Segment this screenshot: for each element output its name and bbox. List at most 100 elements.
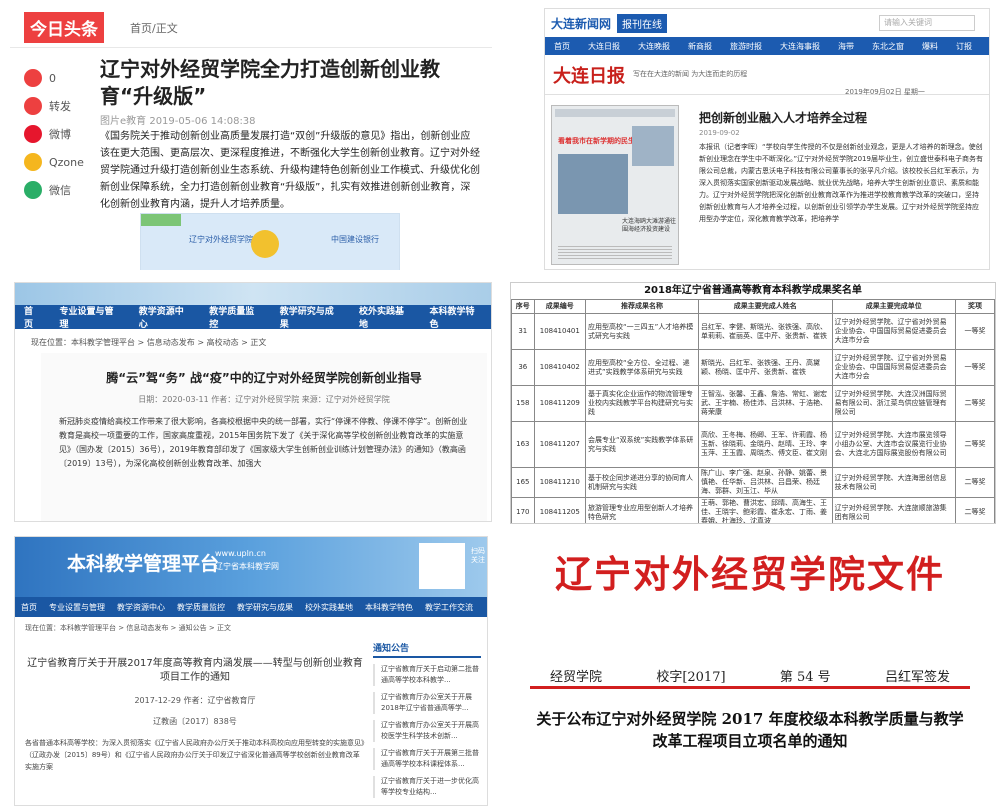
nav-item[interactable]: 教学工作交流	[419, 602, 479, 613]
nav-item[interactable]: 首页	[15, 602, 43, 613]
table-cell: 陈广山、李广强、赵泉、孙静、姚蕾、景慎艳、任华新、吕洪林、吕昌荣、杨廷海、郭群、…	[698, 467, 833, 498]
sidebar-list: 辽宁省教育厅关于启动第二批普通高等学校本科教学... 辽宁省教育厅办公室关于开展…	[373, 664, 481, 798]
table-cell: 二等奖	[954, 385, 995, 422]
table-cell: 辽宁对外经贸学院、大连汉洲国际贸易有限公司、浙江菜鸟供应链管理有限公司	[831, 385, 956, 422]
nav-item[interactable]: 爆料	[913, 41, 947, 52]
nav-item[interactable]: 订报	[947, 41, 981, 52]
table-cell: 辽宁对外经贸学院、大连市展览领导小组办公室、大连市会议展览行业协会、大连北方国际…	[831, 421, 956, 468]
photo-decoration	[141, 214, 181, 226]
table-title: 2018年辽宁省普通高等教育本科教学成果奖名单	[644, 285, 862, 296]
breadcrumb[interactable]: 首页/正文	[130, 20, 178, 36]
table-cell: 108410402	[533, 349, 586, 386]
nav-item[interactable]: 专业设置与管理	[43, 602, 111, 613]
table-cell: 高欣、王冬梅、杨卿、王军、许莉霞、杨玉新、徐晓莉、金晓丹、赵晴、王玲、李玉萍、王…	[698, 421, 833, 468]
qr-code-icon	[419, 543, 465, 589]
table-row: 36 108410402 应用型高校“全方位、全过程、递进式”实践教学体系研究与实践…	[511, 349, 995, 386]
share-item-weibo[interactable]: 微博	[24, 120, 84, 148]
nav-item[interactable]: 教学质量监控	[200, 304, 271, 330]
newspaper-page-thumbnail[interactable]: 看着我市在新学期的民生工程！ 大连海鸥大滩游通往围海经济投资建设	[551, 105, 679, 265]
nav-item[interactable]: 海带	[829, 41, 863, 52]
table-cell: 应用型高校“一三四五”人才培养模式研究与实践	[584, 313, 700, 350]
issue-date: 2019年09月02日 星期一	[845, 88, 925, 96]
table-cell: 163	[511, 421, 535, 468]
nav-item[interactable]: 教学研究与成果	[231, 602, 299, 613]
table-cell: 应用型高校“全方位、全过程、递进式”实践教学体系研究与实践	[584, 349, 700, 386]
article-body: 本报讯（记者李晖）“学校向学生传授的不仅是创新创业观念，更是人才培养的新理念。使…	[699, 143, 983, 223]
column-header: 序号	[511, 299, 535, 314]
share-item-wechat[interactable]: 微信	[24, 176, 84, 204]
notice-doc-number: 辽教函〔2017〕838号	[153, 717, 237, 726]
breadcrumb: 现在位置：本科教学管理平台 > 信息动态发布 > 通知公告 > 正文	[25, 624, 231, 632]
table-cell: 二等奖	[954, 421, 995, 468]
main-nav: 首页 专业设置与管理 教学资源中心 教学质量监控 教学研究与成果 校外实践基地 …	[15, 304, 491, 330]
share-item-repost[interactable]: 转发	[24, 92, 84, 120]
dalian-news-screenshot: 大连新闻网 报刊在线 请输入关键词 首页 大连日报 大连晚报 新商报 旅游时报 …	[544, 8, 990, 270]
sidebar-link[interactable]: 辽宁省教育厅关于启动第二批普通高等学校本科教学...	[373, 664, 481, 686]
table-row: 31 108410401 应用型高校“一三四五”人才培养模式研究与实践 吕红军、李健、…	[511, 313, 995, 350]
qzone-label: Qzone	[49, 155, 84, 169]
nav-item[interactable]: 首页	[15, 304, 51, 330]
sidebar-link[interactable]: 辽宁省教育厅关于开展第三批普通高等学校本科课程体系...	[373, 748, 481, 770]
article-date: 2019-09-02	[699, 129, 740, 137]
table-cell: 旅游管理专业应用型创新人才培养特色研究	[584, 497, 700, 523]
nav-item[interactable]: 教学质量监控	[171, 602, 231, 613]
nav-item[interactable]: 教学研究与成果	[271, 304, 350, 330]
search-input[interactable]: 请输入关键词	[879, 15, 975, 31]
table-row: 163 108411207 会展专业“双系统”实践教学体系研究与实践 高欣、王冬梅、杨…	[511, 421, 995, 468]
table-cell: 108411209	[533, 385, 586, 422]
main-nav: 首页 专业设置与管理 教学资源中心 教学质量监控 教学研究与成果 校外实践基地 …	[15, 597, 487, 617]
nav-item[interactable]: 教学资源中心	[130, 304, 201, 330]
document-number: 第 54 号	[779, 670, 831, 685]
sidebar-link[interactable]: 辽宁省教育厅办公室关于开展2018年辽宁省普通高等学...	[373, 692, 481, 714]
table-cell: 辽宁对外经贸学院、辽宁省对外贸易企业协会、中国国际贸易促进委员会大连市分会	[831, 349, 956, 386]
dalian-daily-logo: 大连日报	[553, 65, 625, 87]
column-header: 推荐成果名称	[584, 299, 700, 314]
column-header: 成果主要完成人姓名	[698, 299, 833, 314]
sidebar-link[interactable]: 辽宁省教育厅办公室关于开展高校医学生科学技术创新...	[373, 720, 481, 742]
article-title: 把创新创业融入人才培养全过程	[699, 111, 868, 125]
table-cell: 斯晓光、吕红军、张铁强、王丹、高黛颖、杨晓、匡中芹、张贵新、崔铁	[698, 349, 833, 386]
table-cell: 二等奖	[954, 467, 995, 498]
article-meta: 图片e教育 2019-05-06 14:08:38	[100, 116, 256, 127]
column-header: 奖项	[954, 299, 995, 314]
table-cell: 辽宁对外经贸学院、辽宁省对外贸易企业协会、中国国际贸易促进委员会大连市分会	[831, 313, 956, 350]
nav-item[interactable]: 东北之窗	[863, 41, 913, 52]
repost-icon	[24, 97, 42, 115]
dalian-topbar: 大连新闻网 报刊在线 请输入关键词	[545, 9, 989, 37]
nav-item[interactable]: 校外实践基地	[299, 602, 359, 613]
table-cell: 31	[511, 313, 535, 350]
table-cell: 108411210	[533, 467, 586, 498]
nav-item[interactable]: 教学资源中心	[111, 602, 171, 613]
nav-item[interactable]: 旅游时报	[721, 41, 771, 52]
breadcrumb: 现在位置：本科教学管理平台 > 信息动态发布 > 高校动态 > 正文	[31, 338, 267, 347]
nav-item[interactable]: 新商报	[679, 41, 721, 52]
table-header-row: 序号 成果编号 推荐成果名称 成果主要完成人姓名 成果主要完成单位 奖项	[511, 299, 995, 314]
table-cell: 一等奖	[954, 349, 995, 386]
table-cell: 王萌、郭艳、曹洪宏、邱晴、高海生、王佳、王晓宇、鲍彩霞、崔永宏、丁雨、姜春娥、杜…	[698, 497, 833, 523]
nav-item[interactable]: 大连海事报	[771, 41, 829, 52]
nav-item[interactable]: 首页	[545, 41, 579, 52]
newspaper-online-tag[interactable]: 报刊在线	[617, 13, 668, 33]
nav-item[interactable]: 专业设置与管理	[51, 304, 130, 330]
notice-sidebar: 通知公告 辽宁省教育厅关于启动第二批普通高等学校本科教学... 辽宁省教育厅办公…	[373, 641, 481, 798]
site-title[interactable]: 本科教学管理平台	[67, 549, 219, 576]
nav-item[interactable]: 本科教学特色	[421, 304, 491, 330]
dalian-news-logo[interactable]: 大连新闻网	[551, 15, 611, 32]
table-cell: 基于校企同步递进分享的协同育人机制研究与实践	[584, 467, 700, 498]
toutiao-logo[interactable]: 今日头条	[24, 12, 104, 43]
nav-item[interactable]: 校外实践基地	[350, 304, 421, 330]
nav-item[interactable]: 本科教学特色	[359, 602, 419, 613]
sidebar-link[interactable]: 辽宁省教育厅关于进一步优化高等学校专业结构...	[373, 776, 481, 798]
nav-item[interactable]: 大连晚报	[629, 41, 679, 52]
photo-school-logo: 辽宁对外经贸学院	[189, 235, 253, 244]
share-item-qzone[interactable]: Qzone	[24, 148, 84, 176]
table-cell: 108410401	[533, 313, 586, 350]
qzone-icon	[24, 153, 42, 171]
sidebar-title: 通知公告	[373, 641, 481, 658]
nav-item[interactable]: 大连日报	[579, 41, 629, 52]
share-item-comment[interactable]: 0	[24, 64, 84, 92]
upln-notice-screenshot: 本科教学管理平台 www.upln.cn 辽宁省本科教学网 扫码关注 首页 专业…	[14, 536, 488, 806]
site-banner	[15, 283, 491, 305]
table-cell: 辽宁对外经贸学院、大连海思创信息技术有限公司	[831, 467, 956, 498]
table-cell: 一等奖	[954, 313, 995, 350]
